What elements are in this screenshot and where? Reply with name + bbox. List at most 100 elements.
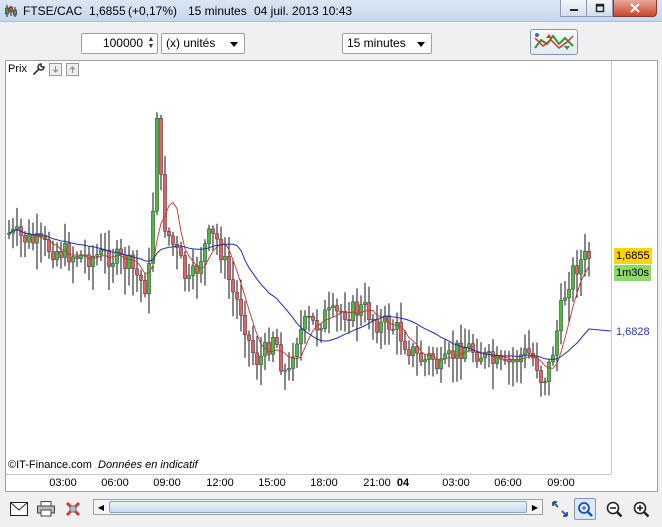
- candle-body: [123, 254, 127, 269]
- candle-body: [279, 344, 283, 372]
- time-tick-label: 09:00: [153, 477, 181, 489]
- candle-body: [251, 340, 255, 354]
- zoom-fit-button[interactable]: [574, 498, 596, 520]
- candle-body: [203, 243, 207, 262]
- candle-body: [127, 254, 131, 269]
- candle-body: [335, 305, 339, 312]
- time-tick-label: 18:00: [310, 477, 338, 489]
- candle-body: [299, 328, 303, 345]
- candle-body: [219, 238, 223, 261]
- candle-body: [563, 297, 567, 301]
- candle-body: [75, 256, 79, 259]
- candle-body: [583, 251, 587, 260]
- chevron-down-icon: [230, 42, 238, 47]
- units-value: (x) unités: [166, 36, 216, 50]
- candle-body: [215, 233, 219, 240]
- candle-body: [347, 319, 351, 322]
- scroll-right-icon[interactable]: ▶: [528, 500, 542, 514]
- zoom-out-arrows-button[interactable]: [549, 498, 571, 520]
- candle-body: [407, 349, 411, 356]
- candle-body: [15, 226, 19, 230]
- title-instrument: FTSE/CAC: [23, 4, 83, 18]
- slow-moving-average-line: [8, 229, 611, 360]
- interval-select[interactable]: 15 minutes: [342, 33, 432, 54]
- candle-body: [95, 254, 99, 257]
- candle-body: [523, 348, 527, 356]
- title-datetime: 04 juil. 2013 10:43: [254, 4, 353, 18]
- scroll-left-icon[interactable]: ◀: [94, 500, 108, 514]
- candle-body: [239, 298, 243, 316]
- candle-body: [323, 309, 327, 329]
- credit-note: Données en indicatif: [98, 459, 198, 471]
- fast-moving-average-line: [8, 201, 590, 369]
- indicators-button[interactable]: [530, 29, 578, 55]
- panel-down-icon[interactable]: [49, 63, 62, 76]
- candle-body: [171, 235, 175, 245]
- candle-body: [399, 322, 403, 342]
- candle-body: [551, 354, 555, 363]
- close-icon: [630, 3, 640, 13]
- candle-body: [223, 256, 227, 261]
- candle-body: [211, 228, 215, 234]
- panel-up-icon[interactable]: [66, 63, 79, 76]
- candle-body: [331, 305, 335, 308]
- zoom-out-button[interactable]: [603, 498, 625, 520]
- quantity-value: 100000: [102, 36, 143, 50]
- candle-body: [23, 235, 27, 243]
- candle-body: [443, 353, 447, 359]
- candle-body: [27, 234, 31, 243]
- candle-body: [183, 255, 187, 279]
- time-tick-label: 15:00: [258, 477, 286, 489]
- scrollbar-thumb[interactable]: [109, 501, 527, 513]
- candle-body: [571, 265, 575, 290]
- candle-body: [179, 247, 183, 256]
- candle-body: [231, 279, 235, 293]
- candle-body: [107, 249, 111, 267]
- candle-body: [51, 251, 55, 260]
- countdown-tag: 1m30s: [614, 265, 652, 281]
- wrench-icon[interactable]: [32, 63, 45, 76]
- quantity-stepper[interactable]: 100000 ▲ ▼: [81, 33, 158, 54]
- time-axis: 03:00 06:00 09:00 12:00 15:00 18:00 21:00 04 03:…: [6, 474, 611, 493]
- candle-body: [491, 351, 495, 364]
- candle-body: [559, 300, 563, 332]
- candle-body: [363, 302, 367, 305]
- candle-body: [479, 357, 483, 362]
- candle-body: [71, 256, 75, 263]
- print-button[interactable]: [35, 498, 57, 520]
- candle-body: [187, 275, 191, 279]
- zoom-in-icon: [633, 501, 650, 518]
- email-button[interactable]: [8, 498, 30, 520]
- candle-body: [143, 280, 147, 294]
- title-change: (+0,17%): [128, 4, 178, 18]
- maximize-icon: [595, 3, 604, 13]
- toolbar: 100000 ▲ ▼ (x) unités 15 minutes: [0, 22, 662, 60]
- candle-body: [7, 232, 11, 235]
- title-bar: FTSE/CAC 1,6855 (+0,17%) 15 minutes 04 j…: [0, 0, 662, 22]
- price-plot[interactable]: [6, 61, 611, 474]
- candle-body: [111, 263, 115, 267]
- stepper-arrows-icon[interactable]: ▲ ▼: [147, 36, 155, 50]
- printer-icon: [37, 501, 55, 517]
- zoom-in-button[interactable]: [630, 498, 652, 520]
- chart-panel[interactable]: Prix ©IT-Finance.com Données en indicati…: [5, 60, 658, 492]
- minimize-button[interactable]: [560, 0, 587, 17]
- time-tick-label: 12:00: [206, 477, 234, 489]
- candle-body: [507, 359, 511, 363]
- candle-body: [167, 231, 171, 237]
- candle-body: [587, 251, 591, 259]
- delete-button[interactable]: [62, 498, 84, 520]
- candle-body: [87, 254, 91, 267]
- candle-body: [539, 370, 543, 383]
- candle-body: [343, 312, 347, 320]
- maximize-button[interactable]: [586, 0, 613, 17]
- close-button[interactable]: [613, 0, 657, 17]
- time-tick-label: 04: [396, 477, 410, 489]
- time-scrollbar[interactable]: ◀ ▶: [93, 499, 543, 515]
- candle-body: [55, 251, 59, 260]
- units-select[interactable]: (x) unités: [161, 33, 245, 54]
- time-tick-label: 06:00: [101, 477, 129, 489]
- candle-body: [379, 321, 383, 333]
- title-price: 1,6855: [89, 4, 126, 18]
- candle-body: [435, 359, 439, 370]
